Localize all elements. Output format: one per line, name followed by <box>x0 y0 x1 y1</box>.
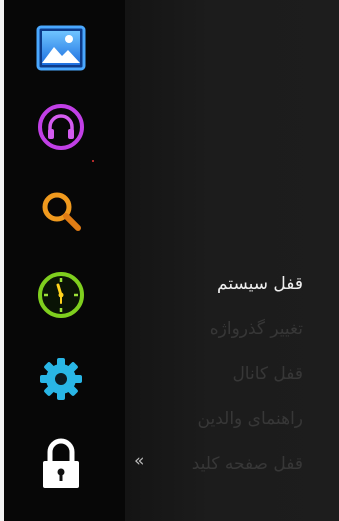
menu-item-system-lock[interactable]: قفل سیستم <box>123 268 303 313</box>
settings-gear-icon <box>37 355 85 403</box>
menu-item-parental-guidance[interactable]: راهنمای والدین <box>123 403 303 448</box>
search-menu-item[interactable] <box>30 181 92 241</box>
settings-menu-item[interactable] <box>30 349 92 409</box>
collapse-arrow-icon[interactable]: « <box>134 451 144 471</box>
photos-menu-item[interactable] <box>30 18 92 78</box>
search-icon <box>39 189 83 233</box>
photos-icon <box>36 25 86 71</box>
timer-menu-item[interactable] <box>30 265 92 325</box>
icon-sidebar <box>4 0 125 521</box>
music-menu-item[interactable] <box>30 97 92 157</box>
tv-settings-screen: قفل سیستم تغییر گذرواژه قفل کانال راهنما… <box>0 0 339 521</box>
menu-item-change-password[interactable]: تغییر گذرواژه <box>123 313 303 358</box>
menu-item-channel-lock[interactable]: قفل کانال <box>123 358 303 403</box>
lock-menu-item[interactable] <box>30 434 92 494</box>
menu-item-keypad-lock[interactable]: قفل صفحه کلید <box>123 448 303 493</box>
lock-icon <box>39 437 83 491</box>
clock-icon <box>36 270 86 320</box>
lock-submenu-list: قفل سیستم تغییر گذرواژه قفل کانال راهنما… <box>123 268 303 493</box>
red-pixel-mark <box>92 160 94 162</box>
music-icon <box>37 103 85 151</box>
